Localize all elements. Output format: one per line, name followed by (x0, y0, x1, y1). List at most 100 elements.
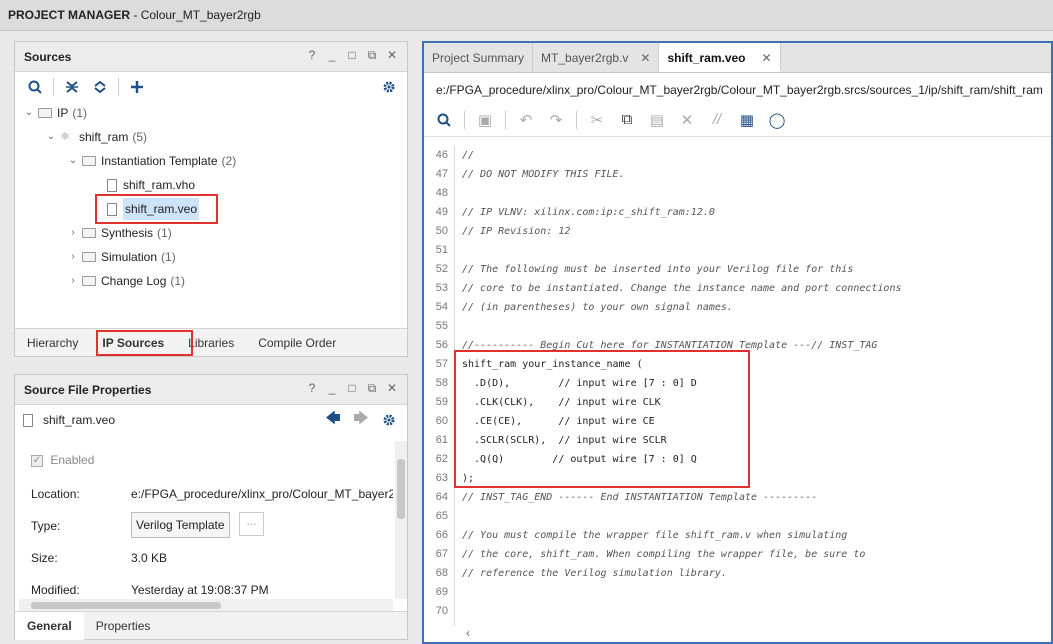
line-number: 53 (435, 282, 448, 294)
tree-node-count: (2) (221, 154, 237, 168)
tree-node-synthesis[interactable]: › Synthesis (1) (67, 222, 172, 244)
code-line: 58 .D(D), // input wire [7 : 0] D (424, 374, 697, 393)
tree-node-change-log[interactable]: › Change Log (1) (67, 270, 185, 292)
properties-window-buttons: ? _ □ ⧉ ✕ (305, 381, 399, 396)
lightbulb-icon[interactable]: ◯ (765, 109, 789, 131)
save-icon[interactable]: ▣ (473, 109, 497, 131)
chevron-right-icon[interactable]: › (67, 270, 79, 292)
scrollbar-thumb[interactable] (31, 602, 221, 609)
gear-icon[interactable] (377, 409, 401, 431)
undo-icon[interactable]: ↶ (514, 109, 538, 131)
maximize-icon[interactable]: □ (345, 381, 359, 396)
horizontal-scrollbar[interactable] (19, 599, 393, 611)
tab-project-summary[interactable]: Project Summary (424, 43, 534, 72)
code-line: 55 (424, 317, 448, 336)
tree-node-shift-ram-vho[interactable]: shift_ram.vho (107, 174, 195, 196)
tab-hierarchy[interactable]: Hierarchy (15, 329, 90, 357)
tab-compile-order[interactable]: Compile Order (246, 329, 348, 357)
code-text: // IP Revision: 12 (462, 226, 571, 237)
tree-node-instantiation-template[interactable]: ⌄ Instantiation Template (2) (67, 150, 236, 172)
close-icon[interactable]: ✕ (385, 48, 399, 63)
chevron-down-icon[interactable]: ⌄ (67, 150, 79, 172)
paste-icon[interactable]: ▤ (645, 109, 669, 131)
minimize-icon[interactable]: _ (325, 381, 339, 396)
enabled-checkbox[interactable]: ✓ (31, 454, 43, 467)
sources-tab-bar: Hierarchy IP Sources Libraries Compile O… (15, 328, 407, 356)
folder-icon (82, 276, 96, 286)
tree-node-ip[interactable]: ⌄ IP (1) (23, 102, 87, 124)
tree-node-label: Simulation (101, 250, 158, 264)
block-icon[interactable]: ▦ (735, 109, 759, 131)
tab-general[interactable]: General (15, 611, 84, 640)
float-icon[interactable]: ⧉ (365, 381, 379, 396)
collapse-all-icon[interactable] (60, 76, 84, 98)
sources-title: Sources (24, 50, 72, 64)
minimize-icon[interactable]: _ (325, 48, 339, 63)
back-arrow-icon[interactable]: 🡄 (321, 409, 345, 431)
properties-file-name: shift_ram.veo (43, 413, 116, 427)
tab-shift-ram-veo[interactable]: shift_ram.veo ✕ (659, 43, 781, 72)
tree-node-label: IP (57, 106, 69, 120)
type-value-button[interactable]: Verilog Template (131, 512, 230, 538)
enabled-label: Enabled (50, 453, 95, 467)
app-title: PROJECT MANAGER (8, 8, 131, 22)
vertical-scrollbar[interactable] (395, 441, 407, 599)
tree-node-label: shift_ram.vho (123, 178, 196, 192)
chevron-down-icon[interactable]: ⌄ (45, 126, 57, 148)
horizontal-scroll-left-icon[interactable]: ‹ (466, 626, 470, 640)
size-value: 3.0 KB (131, 551, 168, 565)
chevron-right-icon[interactable]: › (67, 246, 79, 268)
line-number: 50 (435, 225, 448, 237)
gear-icon[interactable] (377, 76, 401, 98)
enabled-row: ✓ Enabled (31, 453, 94, 467)
close-icon[interactable]: ✕ (640, 51, 650, 65)
editor-tab-bar: Project Summary MT_bayer2rgb.v ✕ shift_ra… (424, 43, 1051, 73)
file-icon (107, 178, 117, 192)
line-number: 59 (435, 396, 448, 408)
expand-all-icon[interactable] (88, 76, 112, 98)
search-icon[interactable] (432, 109, 456, 131)
tree-node-count: (1) (157, 226, 172, 240)
chevron-down-icon[interactable]: ⌄ (23, 102, 35, 124)
tree-node-shift-ram[interactable]: ⌄ ⚛ shift_ram (5) (45, 126, 147, 148)
forward-arrow-icon[interactable]: 🡆 (349, 409, 373, 431)
more-button[interactable]: ... (239, 512, 264, 536)
project-name: Colour_MT_bayer2rgb (140, 8, 261, 22)
tree-node-count: (1) (161, 250, 176, 264)
tab-mt-bayer2rgb[interactable]: MT_bayer2rgb.v ✕ (533, 43, 660, 72)
cut-icon[interactable]: ✂ (585, 109, 609, 131)
tree-node-label: Synthesis (101, 226, 154, 240)
add-icon[interactable] (125, 76, 149, 98)
folder-icon (82, 228, 96, 238)
properties-panel: Source File Properties ? _ □ ⧉ ✕ shift_r… (14, 374, 408, 640)
help-icon[interactable]: ? (305, 381, 319, 396)
highlight-box (454, 350, 750, 488)
code-line: 48 (424, 184, 448, 203)
properties-toolbar: shift_ram.veo 🡄 🡆 (15, 405, 407, 435)
tree-node-simulation[interactable]: › Simulation (1) (67, 246, 176, 268)
comment-icon[interactable]: // (705, 109, 729, 131)
close-icon[interactable]: ✕ (385, 381, 399, 396)
toolbar-separator (505, 110, 506, 129)
close-icon[interactable]: ✕ (762, 51, 772, 65)
delete-icon[interactable]: ✕ (675, 109, 699, 131)
code-line: 53 // core to be instantiated. Change the… (424, 279, 902, 298)
chevron-right-icon[interactable]: › (67, 222, 79, 244)
tab-label: shift_ram.veo (667, 51, 746, 65)
code-line: 51 (424, 241, 448, 260)
float-icon[interactable]: ⧉ (365, 48, 379, 63)
line-number: 55 (435, 320, 448, 332)
redo-icon[interactable]: ↷ (544, 109, 568, 131)
tree-node-label: Instantiation Template (101, 154, 218, 168)
scrollbar-thumb[interactable] (397, 459, 405, 519)
toolbar-separator (118, 78, 119, 96)
maximize-icon[interactable]: □ (345, 48, 359, 63)
help-icon[interactable]: ? (305, 48, 319, 63)
sources-toolbar (15, 72, 407, 102)
search-icon[interactable] (23, 76, 47, 98)
sources-window-buttons: ? _ □ ⧉ ✕ (305, 48, 399, 63)
code-line: 56//---------- Begin Cut here for INSTAN… (424, 336, 878, 355)
line-number: 70 (435, 605, 448, 617)
tab-properties[interactable]: Properties (84, 612, 163, 640)
copy-icon[interactable]: ⧉ (615, 109, 639, 131)
